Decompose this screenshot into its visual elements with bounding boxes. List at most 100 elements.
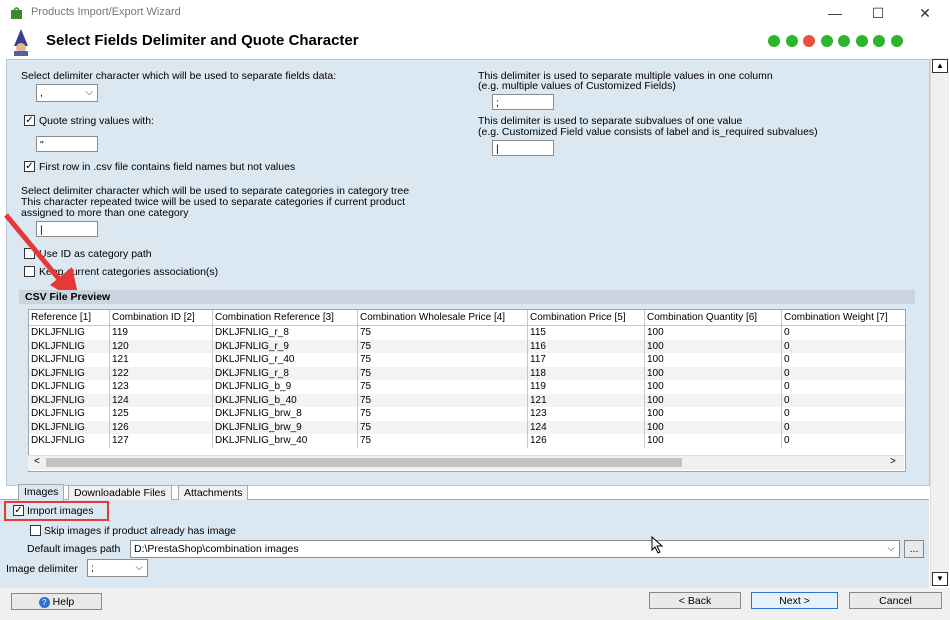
first-row-label: First row in .csv file contains field na… bbox=[39, 161, 296, 173]
table-cell: 124 bbox=[109, 393, 213, 407]
image-delimiter-select[interactable]: ; ⌵ bbox=[87, 559, 148, 577]
csv-preview-grid[interactable]: Reference [1] Combination ID [2] Combinati… bbox=[28, 309, 906, 472]
table-cell: 127 bbox=[109, 434, 213, 448]
image-delimiter-value: ; bbox=[91, 562, 94, 574]
table-cell: 124 bbox=[527, 420, 645, 434]
table-cell: DKLJFNLIG bbox=[29, 393, 110, 407]
table-cell: 126 bbox=[527, 434, 645, 448]
table-cell: DKLJFNLIG_b_40 bbox=[212, 393, 358, 407]
table-row[interactable]: DKLJFNLIG 127 DKLJFNLIG_brw_40 75 126 100 0 bbox=[29, 434, 905, 448]
table-cell: 75 bbox=[357, 380, 528, 394]
tab-downloadable-files[interactable]: Downloadable Files bbox=[68, 485, 172, 500]
annotation-highlight-box bbox=[4, 501, 109, 521]
back-button[interactable]: < Back bbox=[649, 592, 741, 609]
table-row[interactable]: DKLJFNLIG 125 DKLJFNLIG_brw_8 75 123 100 0 bbox=[29, 407, 905, 421]
table-cell: DKLJFNLIG_brw_9 bbox=[212, 420, 358, 434]
table-cell: 100 bbox=[644, 407, 782, 421]
column-header[interactable]: Combination Weight [7] bbox=[781, 310, 905, 326]
csv-preview-header: CSV File Preview bbox=[19, 290, 915, 304]
field-delimiter-select[interactable]: , ⌵ bbox=[36, 84, 98, 102]
table-cell: 75 bbox=[357, 339, 528, 353]
table-cell: DKLJFNLIG bbox=[29, 366, 110, 380]
table-cell: 100 bbox=[644, 325, 782, 340]
tab-attachments[interactable]: Attachments bbox=[178, 485, 249, 500]
scroll-left-icon[interactable]: < bbox=[34, 456, 40, 467]
default-path-label: Default images path bbox=[27, 543, 121, 555]
table-row[interactable]: DKLJFNLIG 122 DKLJFNLIG_r_8 75 118 100 0 bbox=[29, 366, 905, 380]
table-cell: 121 bbox=[527, 393, 645, 407]
default-path-select[interactable]: D:\PrestaShop\combination images ⌵ bbox=[130, 540, 900, 558]
column-header[interactable]: Reference [1] bbox=[29, 310, 110, 326]
maximize-button[interactable]: ☐ bbox=[863, 4, 893, 22]
vertical-scrollbar[interactable] bbox=[930, 58, 949, 586]
table-cell: DKLJFNLIG_brw_8 bbox=[212, 407, 358, 421]
table-cell: DKLJFNLIG_r_40 bbox=[212, 353, 358, 367]
table-cell: 0 bbox=[781, 325, 905, 340]
subvalue-input[interactable]: | bbox=[492, 140, 554, 156]
table-cell: 115 bbox=[527, 325, 645, 340]
field-delimiter-value: , bbox=[40, 87, 43, 99]
table-row[interactable]: DKLJFNLIG 121 DKLJFNLIG_r_40 75 117 100 0 bbox=[29, 353, 905, 367]
column-header[interactable]: Combination ID [2] bbox=[109, 310, 213, 326]
image-delimiter-label: Image delimiter bbox=[6, 563, 78, 575]
table-cell: 123 bbox=[109, 380, 213, 394]
scroll-up-icon[interactable]: ▲ bbox=[932, 59, 948, 73]
subvalue-label-2: (e.g. Customized Field value consists of… bbox=[478, 126, 818, 138]
progress-dot bbox=[803, 35, 815, 47]
table-cell: 0 bbox=[781, 434, 905, 448]
quote-input[interactable]: " bbox=[36, 136, 98, 152]
cancel-button[interactable]: Cancel bbox=[849, 592, 942, 609]
horizontal-scrollbar-thumb[interactable] bbox=[46, 458, 682, 467]
table-cell: 118 bbox=[527, 366, 645, 380]
table-cell: DKLJFNLIG bbox=[29, 380, 110, 394]
page-heading: Select Fields Delimiter and Quote Charac… bbox=[46, 32, 359, 49]
table-cell: 125 bbox=[109, 407, 213, 421]
table-row[interactable]: DKLJFNLIG 124 DKLJFNLIG_b_40 75 121 100 0 bbox=[29, 393, 905, 407]
progress-dot bbox=[820, 35, 833, 47]
table-cell: DKLJFNLIG_r_8 bbox=[212, 366, 358, 380]
next-button[interactable]: Next > bbox=[751, 592, 838, 609]
table-cell: 100 bbox=[644, 393, 782, 407]
close-button[interactable]: ✕ bbox=[910, 4, 940, 22]
table-cell: 75 bbox=[357, 353, 528, 367]
browse-button[interactable]: ... bbox=[904, 540, 924, 558]
scroll-right-icon[interactable]: > bbox=[890, 456, 896, 467]
table-row[interactable]: DKLJFNLIG 120 DKLJFNLIG_r_9 75 116 100 0 bbox=[29, 339, 905, 353]
quote-checkbox[interactable]: ✓ bbox=[24, 115, 35, 126]
table-row[interactable]: DKLJFNLIG 126 DKLJFNLIG_brw_9 75 124 100 0 bbox=[29, 420, 905, 434]
first-row-checkbox[interactable]: ✓ bbox=[24, 161, 35, 172]
table-row[interactable]: DKLJFNLIG 123 DKLJFNLIG_b_9 75 119 100 0 bbox=[29, 380, 905, 394]
tab-images[interactable]: Images bbox=[18, 484, 65, 501]
table-cell: DKLJFNLIG_brw_40 bbox=[212, 434, 358, 448]
scroll-down-icon[interactable]: ▼ bbox=[932, 572, 948, 586]
window-title: Products Import/Export Wizard bbox=[31, 6, 181, 18]
table-cell: DKLJFNLIG bbox=[29, 353, 110, 367]
column-header[interactable]: Combination Wholesale Price [4] bbox=[357, 310, 528, 326]
skip-images-checkbox[interactable] bbox=[30, 525, 41, 536]
table-cell: 122 bbox=[109, 366, 213, 380]
table-cell: 75 bbox=[357, 366, 528, 380]
progress-dot bbox=[890, 35, 903, 47]
column-header[interactable]: Combination Price [5] bbox=[527, 310, 645, 326]
help-button[interactable]: ? Help bbox=[11, 593, 102, 610]
table-cell: DKLJFNLIG bbox=[29, 325, 110, 340]
table-cell: 0 bbox=[781, 393, 905, 407]
table-cell: 75 bbox=[357, 434, 528, 448]
progress-dot bbox=[785, 35, 798, 47]
multi-value-input[interactable]: ; bbox=[492, 94, 554, 110]
progress-dot bbox=[873, 35, 885, 47]
column-header[interactable]: Combination Quantity [6] bbox=[644, 310, 782, 326]
column-header[interactable]: Combination Reference [3] bbox=[212, 310, 358, 326]
csv-preview-table: Reference [1] Combination ID [2] Combinati… bbox=[29, 310, 905, 448]
table-cell: 75 bbox=[357, 420, 528, 434]
table-row[interactable]: DKLJFNLIG119DKLJFNLIG_r_87511510001 bbox=[29, 325, 905, 340]
table-cell: 100 bbox=[644, 380, 782, 394]
table-cell: 0 bbox=[781, 420, 905, 434]
table-cell: 0 bbox=[781, 407, 905, 421]
table-cell: 100 bbox=[644, 434, 782, 448]
table-cell: 100 bbox=[644, 339, 782, 353]
minimize-button[interactable]: — bbox=[820, 4, 850, 22]
table-cell: 75 bbox=[357, 407, 528, 421]
chevron-down-icon: ⌵ bbox=[135, 562, 143, 573]
table-cell: DKLJFNLIG_r_8 bbox=[212, 325, 358, 340]
